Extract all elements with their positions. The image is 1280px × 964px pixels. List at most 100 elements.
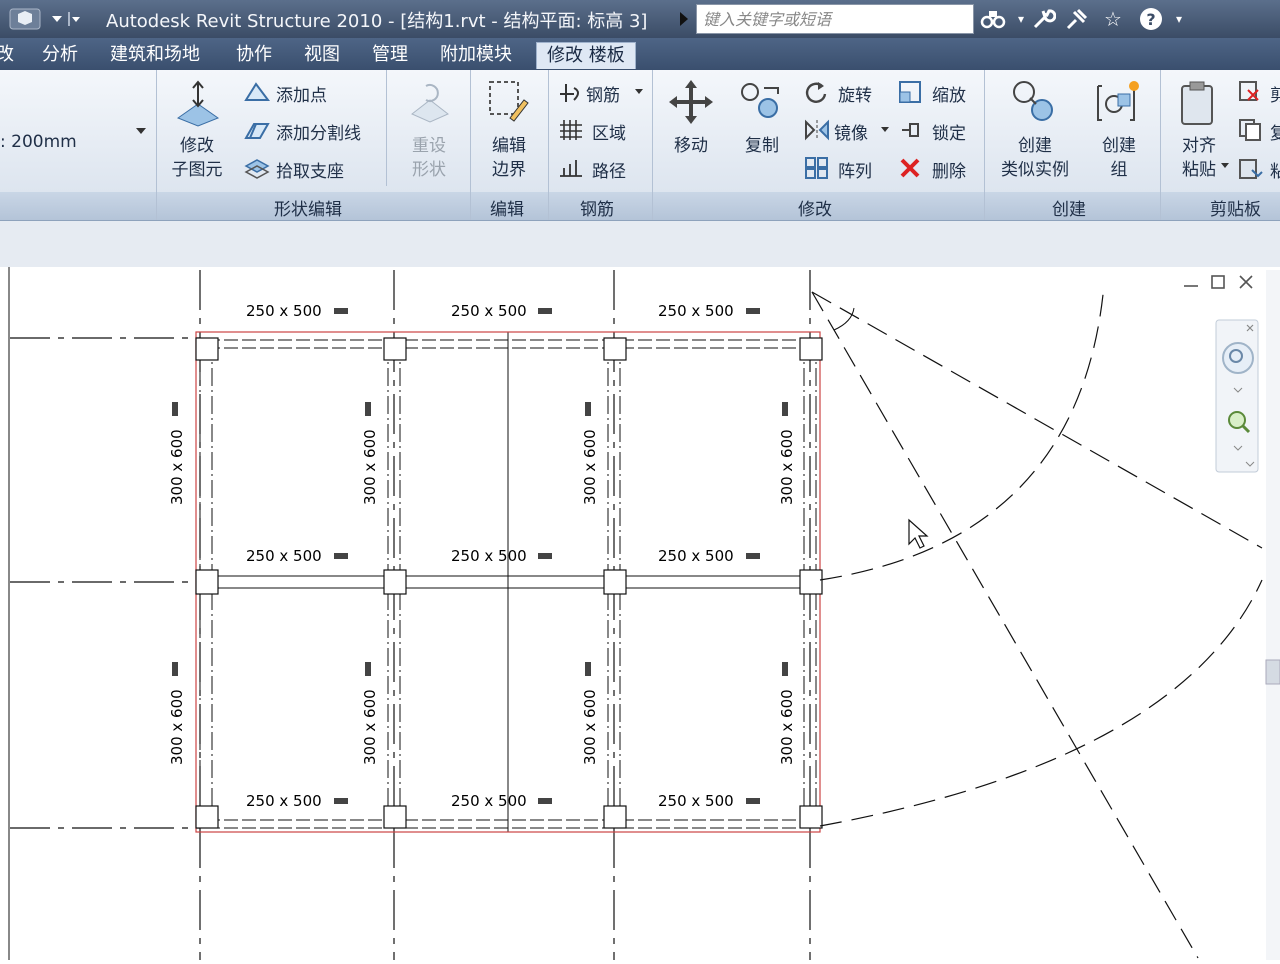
type-selector-value: : 200mm [0, 132, 77, 152]
beam-label: 250 x 500 [658, 302, 734, 320]
unit-marks [172, 402, 788, 676]
group-separator [1160, 70, 1161, 220]
reset-shape-button[interactable]: 重设 形状 [398, 78, 460, 188]
group-label-create: 创建 [1052, 200, 1086, 220]
delete-x-icon [900, 158, 920, 178]
beam-label: 250 x 500 [246, 792, 322, 810]
column-label: 300 x 600 [168, 429, 186, 505]
chevron-down-icon [635, 89, 643, 94]
tab-modify[interactable]: 改 [0, 42, 14, 68]
column-label: 300 x 600 [361, 689, 379, 765]
clipboard-icon [1181, 81, 1213, 125]
scrollbar-thumb[interactable] [1265, 659, 1280, 685]
column[interactable] [799, 337, 823, 361]
favorites-star-icon[interactable]: ☆ [1100, 6, 1126, 32]
create-similar-icon [1013, 81, 1053, 121]
beam-label: 250 x 500 [658, 792, 734, 810]
column-label: 300 x 600 [168, 689, 186, 765]
structural-plan-view[interactable]: 250 x 500 250 x 500 250 x 500 250 x 500 … [0, 267, 1280, 960]
mouse-cursor-icon [908, 518, 929, 549]
tab-analyze[interactable]: 分析 [42, 42, 78, 68]
modify-sub-elements-button[interactable]: 修改 子图元 [164, 78, 230, 188]
grid-line [811, 291, 1199, 959]
grid-line [811, 291, 1263, 549]
chevron-down-icon [881, 127, 889, 132]
add-split-line-icon [244, 123, 270, 139]
satellite-icon[interactable] [1064, 6, 1090, 32]
tab-collaborate[interactable]: 协作 [236, 42, 272, 68]
group-label-edit: 编辑 [490, 200, 524, 220]
chevron-right-icon[interactable] [676, 8, 692, 30]
tab-addins[interactable]: 附加模块 [440, 42, 512, 68]
application-menu-icon[interactable] [8, 6, 80, 32]
curved-grid [811, 284, 1263, 959]
pin-icon [902, 123, 919, 137]
copy-icon [741, 83, 779, 118]
navigation-bar[interactable] [1215, 319, 1259, 473]
column[interactable] [383, 569, 407, 595]
copy-button[interactable]: 复制 [734, 78, 790, 162]
zoom-icon[interactable] [1228, 411, 1246, 429]
reset-shape-icon [411, 84, 449, 123]
tab-modify-floor[interactable]: 修改 楼板 [536, 42, 636, 69]
columns[interactable] [195, 337, 823, 829]
beam-label: 250 x 500 [658, 547, 734, 565]
array-icon [805, 157, 828, 179]
wrench-icon[interactable] [1030, 6, 1057, 32]
group-separator [652, 70, 653, 220]
move-button[interactable]: 移动 [662, 78, 720, 162]
column[interactable] [799, 569, 823, 595]
rebar-area-icon [560, 120, 582, 140]
tab-massing-site[interactable]: 建筑和场地 [110, 42, 200, 68]
column[interactable] [383, 805, 407, 829]
type-selector[interactable]: : 200mm [0, 112, 152, 152]
paste-icon [1239, 159, 1263, 179]
column[interactable] [195, 569, 219, 595]
help-icon[interactable]: ? [1138, 6, 1164, 32]
drawing-canvas[interactable]: 250 x 500 250 x 500 250 x 500 250 x 500 … [0, 267, 1280, 960]
vertical-scrollbar[interactable] [1266, 270, 1280, 960]
mirror-icon [805, 119, 829, 141]
column[interactable] [383, 337, 407, 361]
view-window-controls[interactable] [1184, 275, 1253, 289]
group-separator [548, 70, 549, 220]
chevron-down-icon [136, 128, 146, 134]
column[interactable] [603, 569, 627, 595]
modify-sub-elements-icon [176, 80, 220, 127]
create-group-button[interactable]: 创建 组 [1088, 78, 1150, 188]
column[interactable] [799, 805, 823, 829]
cut-icon [1239, 81, 1259, 101]
column-label: 300 x 600 [581, 429, 599, 505]
create-similar-button[interactable]: 创建 类似实例 [994, 78, 1076, 188]
binoculars-icon[interactable] [980, 6, 1006, 32]
steering-wheel-icon[interactable] [1222, 342, 1254, 374]
column[interactable] [603, 337, 627, 361]
beam-label: 250 x 500 [246, 302, 322, 320]
beam-label: 250 x 500 [451, 547, 527, 565]
aligned-paste-button[interactable]: 对齐 粘贴 [1168, 78, 1230, 188]
tab-manage[interactable]: 管理 [372, 42, 408, 68]
chevron-down-icon[interactable]: ▾ [1166, 6, 1192, 32]
angle-arc [833, 307, 855, 331]
column[interactable] [195, 337, 219, 361]
restore-icon[interactable] [1211, 275, 1225, 289]
edit-boundary-button[interactable]: 编辑 边界 [478, 78, 540, 188]
create-group-icon [1097, 81, 1139, 121]
column[interactable] [195, 805, 219, 829]
group-separator [984, 70, 985, 220]
search-input[interactable]: 键入关键字或短语 [696, 4, 974, 34]
grid-arc [819, 284, 1105, 581]
grid-arc [819, 579, 1263, 827]
tab-view[interactable]: 视图 [304, 42, 340, 68]
svg-text:?: ? [1146, 10, 1155, 29]
column[interactable] [603, 805, 627, 829]
close-icon[interactable] [1239, 275, 1253, 289]
quick-access-toolbar[interactable] [8, 6, 80, 32]
edit-boundary-icon [489, 81, 529, 122]
rebar-icon [560, 84, 579, 102]
pick-supports-icon [244, 159, 270, 179]
options-bar [0, 221, 1280, 268]
group-label-rebar: 钢筋 [580, 200, 614, 220]
beam-labels: 250 x 500 250 x 500 250 x 500 250 x 500 … [246, 302, 734, 810]
group-label-modify: 修改 [798, 200, 832, 220]
